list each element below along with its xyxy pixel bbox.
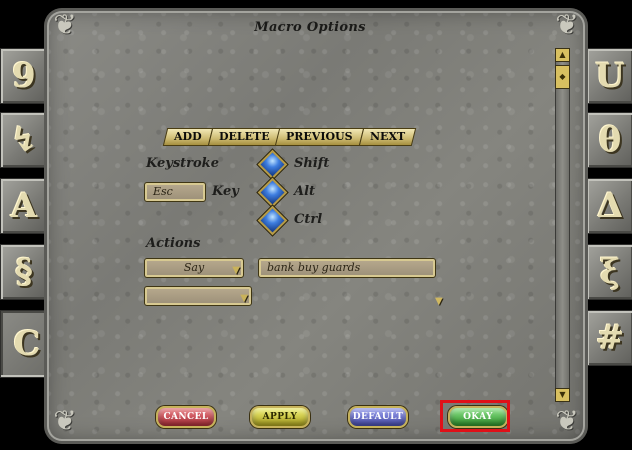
side-button-interface[interactable]: Δ	[586, 178, 632, 234]
pyramid-icon: Δ	[596, 186, 624, 226]
display-icon: ξ	[599, 252, 621, 292]
journal-icon: A	[10, 186, 38, 226]
scroll-up-icon[interactable]: ▲	[555, 48, 570, 62]
skills-icon: ↯	[9, 120, 39, 160]
previous-button[interactable]: PREVIOUS	[275, 128, 365, 146]
chevron-down-icon: ▼	[240, 293, 248, 304]
next-button[interactable]: NEXT	[358, 128, 417, 146]
macros-icon: C	[13, 324, 41, 364]
cancel-button[interactable]: CANCEL	[156, 406, 216, 428]
side-button-skills[interactable]: ↯	[0, 112, 48, 168]
action-select-2[interactable]: ▼	[144, 286, 252, 306]
grid-icon: #	[595, 318, 625, 358]
side-button-video[interactable]: θ	[586, 112, 632, 168]
paperdoll-icon: 9	[12, 56, 36, 96]
add-button[interactable]: ADD	[162, 128, 213, 146]
highlight-box	[440, 400, 510, 432]
corner-ornament-icon: ❦	[53, 404, 77, 437]
chevron-down-icon[interactable]: ▼	[435, 296, 443, 307]
ctrl-label: Ctrl	[294, 212, 323, 227]
scroll-thumb[interactable]: ◆	[555, 65, 570, 89]
action-text-input-1[interactable]: bank buy guards	[258, 258, 436, 278]
apply-button[interactable]: APPLY	[250, 406, 310, 428]
chevron-down-icon: ▼	[232, 265, 240, 276]
sound-icon: U	[595, 56, 625, 96]
shift-label: Shift	[294, 156, 330, 171]
alt-label: Alt	[294, 184, 316, 199]
side-button-display[interactable]: ξ	[586, 244, 632, 300]
window-title: Macro Options	[254, 20, 366, 35]
corner-ornament-icon: ❦	[555, 8, 579, 41]
corner-ornament-icon: ❦	[53, 8, 77, 41]
side-button-filter[interactable]: #	[586, 310, 632, 366]
delete-button[interactable]: DELETE	[207, 128, 281, 146]
default-button[interactable]: DEFAULT	[348, 406, 408, 428]
macro-tab-bar: ADD DELETE PREVIOUS NEXT	[162, 128, 417, 146]
side-button-paperdoll[interactable]: 9	[0, 48, 48, 104]
side-button-sound[interactable]: U	[586, 48, 632, 104]
corner-ornament-icon: ❦	[555, 404, 579, 437]
actions-label: Actions	[146, 236, 201, 251]
scrollbar[interactable]	[555, 48, 570, 402]
key-input[interactable]: Esc	[144, 182, 206, 202]
backpack-icon: §	[15, 252, 33, 292]
side-button-journal[interactable]: A	[0, 178, 48, 234]
action-select-1[interactable]: Say ▼	[144, 258, 244, 278]
keystroke-label: Keystroke	[146, 156, 219, 171]
scroll-down-icon[interactable]: ▼	[555, 388, 570, 402]
key-label: Key	[212, 184, 239, 199]
side-button-backpack[interactable]: §	[0, 244, 48, 300]
eye-icon: θ	[598, 120, 622, 160]
